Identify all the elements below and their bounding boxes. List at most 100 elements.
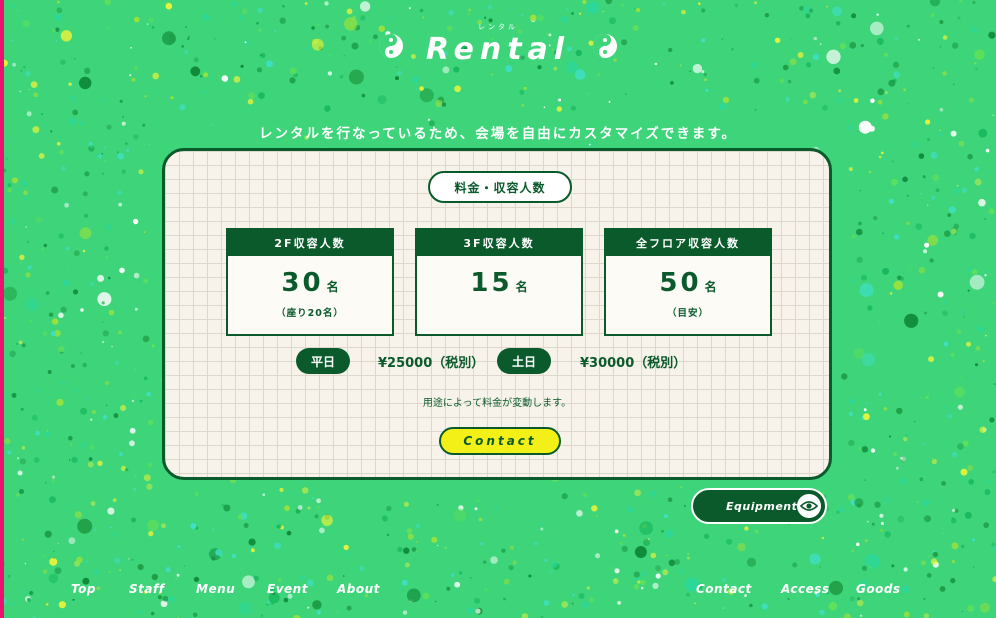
paint-dot xyxy=(129,440,135,447)
contact-button[interactable]: Contact xyxy=(439,427,561,455)
paint-dot xyxy=(342,575,345,577)
paint-dot xyxy=(582,601,589,608)
paint-dot xyxy=(864,539,868,543)
paint-dot xyxy=(957,16,961,20)
paint-dot xyxy=(876,13,879,16)
paint-dot xyxy=(3,286,17,301)
equipment-button[interactable]: Equipment xyxy=(691,488,827,524)
paint-dot xyxy=(258,92,265,99)
nav-menu[interactable]: Menu xyxy=(196,582,235,596)
paint-dot xyxy=(861,446,869,453)
capacity-box-2f: 2F収容人数 30 名 （座り20名） xyxy=(226,228,394,336)
nav-about[interactable]: About xyxy=(337,582,380,596)
paint-dot xyxy=(282,4,285,8)
paint-dot xyxy=(108,570,111,574)
paint-dot xyxy=(284,505,290,512)
paint-dot xyxy=(869,566,872,569)
paint-dot xyxy=(851,234,856,239)
paint-dot xyxy=(974,167,979,172)
paint-dot xyxy=(211,556,216,561)
paint-dot xyxy=(787,598,790,601)
paint-dot xyxy=(119,452,124,456)
paint-dot xyxy=(397,70,403,76)
paint-dot xyxy=(324,105,331,112)
page-title: Rental xyxy=(425,32,571,67)
paint-dot xyxy=(72,598,75,601)
paint-dot xyxy=(7,450,11,455)
paint-dot xyxy=(88,141,93,146)
paint-dot xyxy=(553,66,558,71)
paint-dot xyxy=(474,507,478,511)
paint-dot xyxy=(107,276,111,280)
paint-dot xyxy=(412,76,419,83)
paint-dot xyxy=(903,88,906,92)
left-edge-stripe xyxy=(0,0,4,618)
paint-dot xyxy=(665,553,669,557)
paint-dot xyxy=(836,510,840,514)
paint-dot xyxy=(967,464,973,471)
paint-dot xyxy=(923,249,928,254)
paint-dot xyxy=(316,505,320,509)
paint-dot xyxy=(84,213,89,218)
paint-dot xyxy=(404,501,409,507)
paint-dot xyxy=(346,605,352,611)
paint-dot xyxy=(799,6,804,11)
paint-dot xyxy=(925,395,929,400)
paint-dot xyxy=(870,98,875,104)
paint-dot xyxy=(105,223,113,231)
paint-dot xyxy=(336,2,339,4)
paint-dot xyxy=(51,478,56,483)
nav-event[interactable]: Event xyxy=(267,582,308,596)
rental-info-card: 料金・収容人数 2F収容人数 30 名 （座り20名） 3F収容人数 15 名 全フ… xyxy=(162,148,832,480)
paint-dot xyxy=(316,498,321,504)
paint-dot xyxy=(984,218,987,220)
paint-dot xyxy=(918,266,926,274)
paint-dot xyxy=(33,92,39,98)
paint-dot xyxy=(521,613,529,618)
paint-dot xyxy=(809,553,821,565)
paint-dot xyxy=(832,6,842,17)
paint-dot xyxy=(386,533,390,537)
swirl-icon-right xyxy=(593,33,618,58)
paint-dot xyxy=(836,97,844,104)
paint-dot xyxy=(202,90,206,94)
paint-dot xyxy=(219,553,223,557)
paint-dot xyxy=(561,601,569,608)
paint-dot xyxy=(913,142,919,148)
paint-dot xyxy=(893,280,903,290)
paint-dot xyxy=(148,530,154,537)
paint-dot xyxy=(90,145,93,148)
paint-dot xyxy=(957,404,964,410)
paint-dot xyxy=(51,186,59,194)
paint-dot xyxy=(589,143,591,146)
paint-dot xyxy=(114,532,119,538)
paint-dot xyxy=(72,109,79,116)
paint-dot xyxy=(165,2,173,10)
paint-dot xyxy=(662,569,669,576)
nav-access[interactable]: Access xyxy=(781,582,830,596)
paint-dot xyxy=(415,489,418,491)
paint-dot xyxy=(512,560,517,565)
paint-dot xyxy=(509,545,515,550)
paint-dot xyxy=(199,74,203,78)
paint-dot xyxy=(448,10,454,16)
nav-staff[interactable]: Staff xyxy=(129,582,164,596)
paint-dot xyxy=(863,413,870,421)
paint-dot xyxy=(895,466,899,470)
paint-dot xyxy=(119,267,125,274)
paint-dot xyxy=(194,492,199,497)
paint-dot xyxy=(98,154,103,159)
paint-dot xyxy=(480,542,484,546)
paint-dot xyxy=(4,316,7,319)
paint-dot xyxy=(551,561,558,568)
paint-dot xyxy=(856,599,864,607)
paint-dot xyxy=(985,334,987,337)
nav-contact[interactable]: Contact xyxy=(696,582,752,596)
paint-dot xyxy=(82,249,86,253)
nav-goods[interactable]: Goods xyxy=(856,582,901,596)
paint-dot xyxy=(35,388,39,393)
paint-dot xyxy=(967,153,973,160)
paint-dot xyxy=(972,566,975,568)
paint-dot xyxy=(943,341,949,347)
nav-top[interactable]: Top xyxy=(71,582,96,596)
